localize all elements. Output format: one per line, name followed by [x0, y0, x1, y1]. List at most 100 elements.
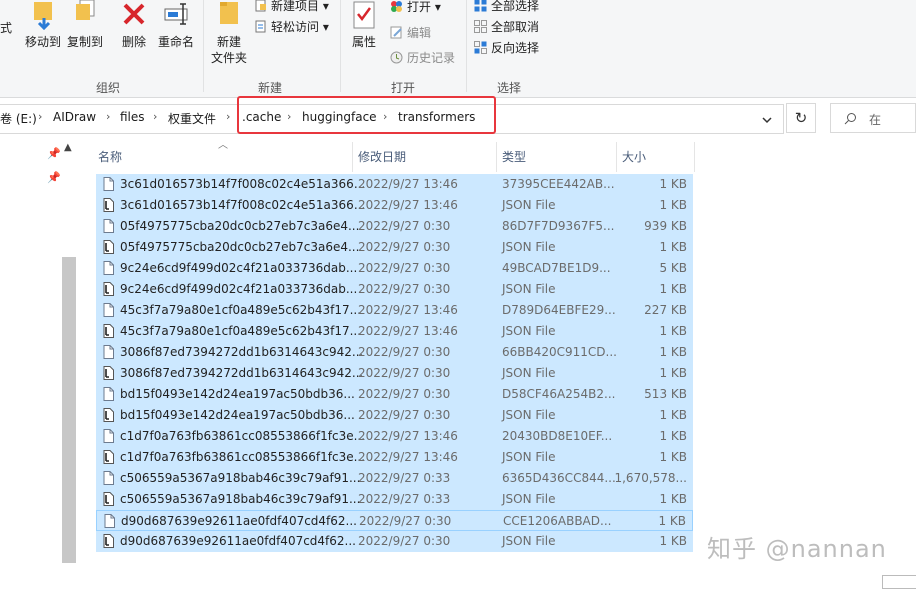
file-date: 2022/9/27 0:33 [358, 471, 450, 485]
file-name: c506559a5367a918bab46c39c79af91... [120, 471, 360, 485]
file-size: 1 KB [659, 408, 687, 422]
file-icon [103, 261, 114, 275]
file-type: JSON File [502, 408, 555, 422]
select-all-button[interactable]: 全部选择 [474, 0, 539, 14]
file-size: 1 KB [659, 534, 687, 548]
column-header-date[interactable]: 修改日期 [358, 148, 406, 165]
file-row[interactable]: 05f4975775cba20dc0cb27eb7c3a6e4...2022/9… [96, 216, 693, 237]
nav-scrollbar[interactable] [62, 257, 76, 563]
file-name: 05f4975775cba20dc0cb27eb7c3a6e4... [120, 219, 359, 233]
breadcrumb-aidraw[interactable]: AIDraw [53, 110, 96, 124]
ribbon-separator [203, 0, 204, 92]
pin-icon[interactable]: 📌 [47, 171, 61, 184]
history-icon [390, 51, 403, 64]
scroll-up-icon[interactable]: ▲ [64, 142, 72, 153]
file-date: 2022/9/27 13:46 [358, 429, 458, 443]
file-size: 1 KB [659, 324, 687, 338]
column-divider[interactable] [694, 142, 695, 172]
open-button[interactable]: 打开 ▾ [390, 0, 441, 15]
file-name: c506559a5367a918bab46c39c79af91... [120, 492, 360, 506]
watermark: 知乎 @nannan [707, 529, 887, 564]
file-type: JSON File [502, 450, 555, 464]
new-item-button[interactable]: 新建项目 ▾ [254, 0, 329, 14]
chevron-right-icon[interactable]: › [106, 110, 110, 123]
column-header-name[interactable]: 名称 [98, 148, 122, 165]
file-type: D789D64EBFE29... [502, 303, 616, 317]
file-row[interactable]: 9c24e6cd9f499d02c4f21a033736dab...2022/9… [96, 258, 693, 279]
file-date: 2022/9/27 13:46 [358, 198, 458, 212]
properties-icon [352, 0, 376, 30]
chevron-right-icon[interactable]: › [153, 110, 157, 123]
file-row[interactable]: d90d687639e92611ae0fdf407cd4f62...2022/9… [96, 531, 693, 552]
copy-to-button[interactable]: 复制到 [64, 0, 104, 60]
json-file-icon [103, 492, 114, 506]
file-row[interactable]: d90d687639e92611ae0fdf407cd4f62...2022/9… [96, 510, 693, 531]
file-row[interactable]: bd15f0493e142d24ea197ac50bdb36...2022/9/… [96, 384, 693, 405]
file-size: 1 KB [659, 366, 687, 380]
file-row[interactable]: 05f4975775cba20dc0cb27eb7c3a6e4...2022/9… [96, 237, 693, 258]
invert-selection-button[interactable]: 反向选择 [474, 40, 539, 56]
ribbon-separator [340, 0, 341, 92]
invert-selection-icon [474, 41, 487, 54]
file-row[interactable]: c506559a5367a918bab46c39c79af91...2022/9… [96, 468, 693, 489]
file-row[interactable]: c1d7f0a763fb63861cc08553866f1fc3e...2022… [96, 426, 693, 447]
column-divider[interactable] [496, 142, 497, 172]
properties-label: 属性 [346, 34, 382, 50]
edit-icon [390, 26, 403, 39]
invert-selection-label: 反向选择 [491, 41, 539, 55]
file-type: JSON File [502, 324, 555, 338]
file-name: c1d7f0a763fb63861cc08553866f1fc3e... [120, 429, 365, 443]
column-header-type[interactable]: 类型 [502, 148, 526, 165]
file-size: 1 KB [659, 177, 687, 191]
search-box[interactable]: 在 [830, 103, 916, 133]
file-row[interactable]: 45c3f7a79a80e1cf0a489e5c62b43f17...2022/… [96, 321, 693, 342]
chevron-right-icon[interactable]: › [38, 110, 42, 123]
column-header-size[interactable]: 大小 [622, 148, 646, 165]
history-button[interactable]: 历史记录 [390, 50, 455, 66]
breadcrumb-files[interactable]: files [120, 110, 145, 124]
properties-button[interactable]: 属性 [346, 0, 382, 60]
file-row[interactable]: 3086f87ed7394272dd1b6314643c942...2022/9… [96, 363, 693, 384]
file-row[interactable]: 3c61d016573b14f7f008c02c4e51a366...2022/… [96, 174, 693, 195]
file-type: 20430BD8E10EF... [502, 429, 612, 443]
file-date: 2022/9/27 0:30 [358, 219, 450, 233]
breadcrumb-weights[interactable]: 权重文件 [168, 110, 216, 127]
edit-button[interactable]: 编辑 [390, 25, 431, 41]
delete-button[interactable]: 删除 [116, 0, 152, 60]
pin-icon[interactable]: 📌 [47, 147, 61, 160]
refresh-button[interactable]: ↻ [786, 103, 816, 133]
search-placeholder: 在 [869, 111, 881, 128]
breadcrumb-drive[interactable]: 卷 (E:) [0, 110, 37, 127]
file-date: 2022/9/27 13:46 [358, 177, 458, 191]
file-row[interactable]: 9c24e6cd9f499d02c4f21a033736dab...2022/9… [96, 279, 693, 300]
file-row[interactable]: c1d7f0a763fb63861cc08553866f1fc3e...2022… [96, 447, 693, 468]
new-folder-label-2: 文件夹 [208, 50, 250, 66]
chevron-right-icon[interactable]: › [226, 110, 230, 123]
file-row[interactable]: 3c61d016573b14f7f008c02c4e51a366...2022/… [96, 195, 693, 216]
file-row[interactable]: c506559a5367a918bab46c39c79af91...2022/9… [96, 489, 693, 510]
file-name: bd15f0493e142d24ea197ac50bdb36... [120, 408, 355, 422]
move-to-button[interactable]: 移动到 [22, 0, 62, 60]
file-icon [104, 514, 115, 528]
new-folder-button[interactable]: 新建 文件夹 [208, 0, 250, 70]
ribbon-separator [466, 0, 467, 92]
chevron-down-icon[interactable] [760, 113, 774, 127]
column-divider[interactable] [616, 142, 617, 172]
file-row[interactable]: 3086f87ed7394272dd1b6314643c942...2022/9… [96, 342, 693, 363]
column-divider[interactable] [352, 142, 353, 172]
file-type: 6365D436CC844... [502, 471, 616, 485]
copy-to-icon [74, 0, 98, 28]
rename-button[interactable]: 重命名 [154, 0, 198, 60]
delete-icon [122, 2, 146, 26]
easy-access-button[interactable]: 轻松访问 ▾ [254, 19, 329, 35]
select-none-button[interactable]: 全部取消 [474, 19, 539, 35]
json-file-icon [103, 324, 114, 338]
file-size: 513 KB [644, 387, 687, 401]
file-row[interactable]: bd15f0493e142d24ea197ac50bdb36...2022/9/… [96, 405, 693, 426]
open-label: 打开 ▾ [407, 0, 441, 14]
file-type: 86D7F7D9367F5... [502, 219, 614, 233]
ribbon-partial-label: 式 [0, 20, 12, 36]
file-row[interactable]: 45c3f7a79a80e1cf0a489e5c62b43f17...2022/… [96, 300, 693, 321]
easy-access-icon [254, 20, 267, 33]
file-date: 2022/9/27 0:30 [358, 261, 450, 275]
